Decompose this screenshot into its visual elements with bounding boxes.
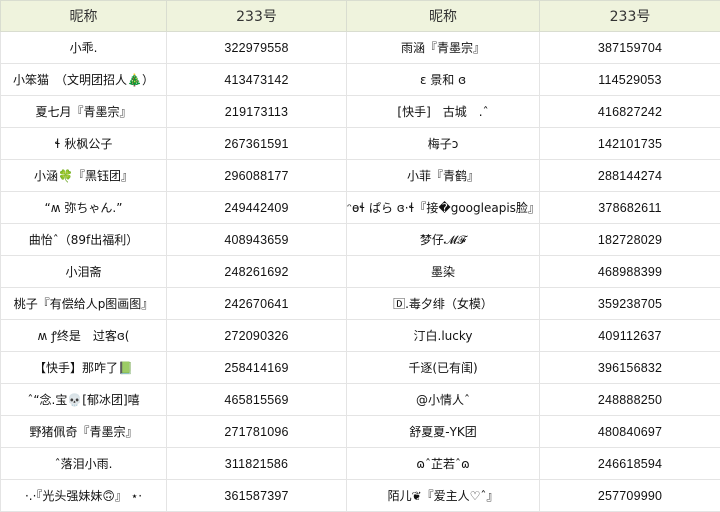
id-cell: 361587397: [167, 480, 347, 512]
nickname-cell: 小菲『青鹤』: [347, 160, 540, 192]
nickname-cell: 【快手】那咋了📗: [1, 352, 167, 384]
id-cell: 408943659: [167, 224, 347, 256]
table-row: ˆ落泪小雨.311821586ɷˆ芷若ˆɷ246618594: [1, 448, 720, 480]
nickname-cell: 小涵🍀『黑钰团』: [1, 160, 167, 192]
table-row: 曲怡ˆ（89f出福利）408943659梦仔𝓜𝓕182728029: [1, 224, 720, 256]
header-id-1: 233号: [167, 1, 347, 32]
nickname-cell: ᵔɵɬ ぱら ɞ·ɬ『接�googleapis脸』: [347, 192, 540, 224]
nickname-cell: ɬ 秋枫公子: [1, 128, 167, 160]
nickname-cell: 小泪斋: [1, 256, 167, 288]
id-cell: 258414169: [167, 352, 347, 384]
table-row: 小乖.322979558雨涵『青墨宗』387159704: [1, 32, 720, 64]
header-nickname-1: 昵称: [1, 1, 167, 32]
id-cell: 288144274: [540, 160, 720, 192]
id-cell: 242670641: [167, 288, 347, 320]
nickname-id-table: 昵称 233号 昵称 233号 小乖.322979558雨涵『青墨宗』38715…: [0, 0, 720, 512]
id-cell: 322979558: [167, 32, 347, 64]
id-cell: 219173113: [167, 96, 347, 128]
nickname-cell: 雨涵『青墨宗』: [347, 32, 540, 64]
id-cell: 359238705: [540, 288, 720, 320]
nickname-cell: ɷˆ芷若ˆɷ: [347, 448, 540, 480]
header-id-2: 233号: [540, 1, 720, 32]
nickname-cell: 梅子ↄ: [347, 128, 540, 160]
id-cell: 465815569: [167, 384, 347, 416]
nickname-cell: 夏七月『青墨宗』: [1, 96, 167, 128]
nickname-cell: [快手] 古城 .ˆ: [347, 96, 540, 128]
nickname-cell: 桃子『有偿给人p图画图』: [1, 288, 167, 320]
id-cell: 409112637: [540, 320, 720, 352]
nickname-cell: “ʍ 弥ちゃん.”: [1, 192, 167, 224]
nickname-cell: @小情人ˆ: [347, 384, 540, 416]
id-cell: 246618594: [540, 448, 720, 480]
id-cell: 416827242: [540, 96, 720, 128]
id-cell: 182728029: [540, 224, 720, 256]
nickname-cell: ʍ ꝭ终是 过客ɞ(: [1, 320, 167, 352]
id-cell: 296088177: [167, 160, 347, 192]
nickname-cell: 陌儿❦『爱主人♡ˆ』: [347, 480, 540, 512]
nickname-cell: 曲怡ˆ（89f出福利）: [1, 224, 167, 256]
table-row: 【快手】那咋了📗258414169千逐(已有闺)396156832: [1, 352, 720, 384]
table-row: 小涵🍀『黑钰团』296088177小菲『青鹤』288144274: [1, 160, 720, 192]
table-row: ʍ ꝭ终是 过客ɞ(272090326汀白.lucky409112637: [1, 320, 720, 352]
id-cell: 480840697: [540, 416, 720, 448]
nickname-cell: 小乖.: [1, 32, 167, 64]
header-nickname-2: 昵称: [347, 1, 540, 32]
nickname-cell: 千逐(已有闺): [347, 352, 540, 384]
header-row: 昵称 233号 昵称 233号: [1, 1, 720, 32]
table-row: ɬ 秋枫公子267361591梅子ↄ142101735: [1, 128, 720, 160]
nickname-cell: ˆ“念.宝💀[郁冰团]嘻: [1, 384, 167, 416]
table-row: 夏七月『青墨宗』219173113[快手] 古城 .ˆ416827242: [1, 96, 720, 128]
nickname-cell: 野猪佩奇『青墨宗』: [1, 416, 167, 448]
id-cell: 378682611: [540, 192, 720, 224]
table-row: ˆ“念.宝💀[郁冰团]嘻465815569@小情人ˆ248888250: [1, 384, 720, 416]
id-cell: 142101735: [540, 128, 720, 160]
id-cell: 257709990: [540, 480, 720, 512]
nickname-cell: 小笨猫 （文明团招人🎄）: [1, 64, 167, 96]
table-row: “ʍ 弥ちゃん.”249442409ᵔɵɬ ぱら ɞ·ɬ『接�googleapi…: [1, 192, 720, 224]
table-row: 桃子『有偿给人p图画图』242670641🄳.毒夕绯（女模）359238705: [1, 288, 720, 320]
table-row: 小泪斋248261692墨染468988399: [1, 256, 720, 288]
id-cell: 272090326: [167, 320, 347, 352]
id-cell: 249442409: [167, 192, 347, 224]
id-cell: 248888250: [540, 384, 720, 416]
id-cell: 396156832: [540, 352, 720, 384]
table-row: ·.·『光头强妹妹🙃』 ⋆·361587397陌儿❦『爱主人♡ˆ』2577099…: [1, 480, 720, 512]
table-row: 野猪佩奇『青墨宗』271781096舒夏夏-YK团480840697: [1, 416, 720, 448]
id-cell: 387159704: [540, 32, 720, 64]
nickname-cell: ε 景和 ɞ: [347, 64, 540, 96]
nickname-cell: 墨染: [347, 256, 540, 288]
id-cell: 468988399: [540, 256, 720, 288]
nickname-cell: 汀白.lucky: [347, 320, 540, 352]
id-cell: 311821586: [167, 448, 347, 480]
id-cell: 271781096: [167, 416, 347, 448]
id-cell: 413473142: [167, 64, 347, 96]
nickname-cell: ·.·『光头强妹妹🙃』 ⋆·: [1, 480, 167, 512]
table-row: 小笨猫 （文明团招人🎄）413473142ε 景和 ɞ114529053: [1, 64, 720, 96]
nickname-cell: 梦仔𝓜𝓕: [347, 224, 540, 256]
id-cell: 267361591: [167, 128, 347, 160]
nickname-cell: 舒夏夏-YK团: [347, 416, 540, 448]
nickname-cell: 🄳.毒夕绯（女模）: [347, 288, 540, 320]
id-cell: 248261692: [167, 256, 347, 288]
id-cell: 114529053: [540, 64, 720, 96]
nickname-cell: ˆ落泪小雨.: [1, 448, 167, 480]
